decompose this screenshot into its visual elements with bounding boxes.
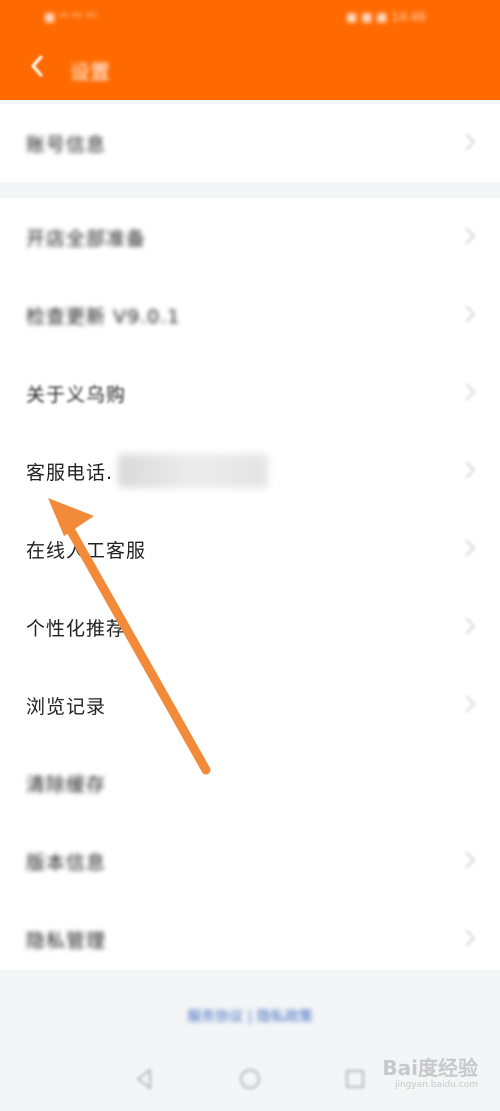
chevron-right-icon [465, 929, 476, 947]
settings-item-label: 版本信息 [26, 852, 107, 874]
baidu-jingyan-watermark: Bai度经验 jingyan.baidu.com [382, 1052, 478, 1090]
settings-item-store-prep[interactable]: 开店全部准备 [0, 198, 500, 276]
settings-item-label: 浏览记录 [26, 696, 107, 718]
settings-item-label: 客服电话. [26, 462, 114, 484]
app-bar: 设置 [0, 36, 500, 100]
nav-home-icon[interactable] [239, 1068, 261, 1090]
status-bar-time: ■ ■ ■ 14:46 [345, 10, 426, 24]
settings-item-about[interactable]: 关于义乌购 [0, 354, 500, 432]
phone-number-redaction [118, 454, 268, 488]
settings-item-label: 个性化推荐 [26, 618, 127, 640]
settings-item-label: 隐私管理 [26, 930, 107, 952]
chevron-right-icon [465, 227, 476, 245]
watermark-url: jingyan.baidu.com [394, 1080, 478, 1090]
settings-item-check-update[interactable]: 检查更新 V9.0.1 [0, 276, 500, 354]
settings-item-online-service[interactable]: 在线人工客服 [0, 510, 500, 588]
settings-item-account-info[interactable]: 账号信息 [0, 104, 500, 182]
chevron-right-icon [465, 133, 476, 151]
nav-recents-icon[interactable] [344, 1068, 366, 1090]
chevron-right-icon [465, 539, 476, 557]
settings-item-label: 在线人工客服 [26, 540, 147, 562]
chevron-right-icon [465, 383, 476, 401]
back-arrow-icon[interactable] [26, 54, 50, 78]
settings-item-label: 关于义乌购 [26, 384, 127, 406]
phone-suffix: . [106, 462, 114, 484]
settings-item-label: 开店全部准备 [26, 228, 147, 250]
chevron-right-icon [465, 695, 476, 713]
settings-item-label: 账号信息 [26, 134, 107, 156]
settings-item-history[interactable]: 浏览记录 [0, 666, 500, 744]
status-bar-signal: ■ ᵃˡˡ ⁴ᴳ ⁴ᴳ [44, 10, 97, 24]
chevron-right-icon [465, 851, 476, 869]
settings-item-personalized[interactable]: 个性化推荐 [0, 588, 500, 666]
settings-item-version[interactable]: 版本信息 [0, 822, 500, 900]
chevron-right-icon [465, 617, 476, 635]
chevron-right-icon [465, 305, 476, 323]
settings-item-label: 检查更新 V9.0.1 [26, 306, 181, 328]
status-bar: ■ ᵃˡˡ ⁴ᴳ ⁴ᴳ ■ ■ ■ 14:46 [0, 0, 500, 36]
watermark-brand: Bai度经验 [382, 1056, 478, 1080]
settings-item-clear-cache[interactable]: 清除缓存 [0, 744, 500, 822]
footer-links[interactable]: 服务协议 | 隐私政策 [0, 1006, 500, 1026]
page-title: 设置 [70, 60, 110, 84]
settings-group-main: 开店全部准备 检查更新 V9.0.1 关于义乌购 客服电话. 在线人工客服 个性… [0, 198, 500, 978]
settings-group-account: 账号信息 [0, 104, 500, 182]
chevron-right-icon [465, 461, 476, 479]
nav-back-icon[interactable] [134, 1068, 156, 1090]
settings-item-label: 清除缓存 [26, 774, 107, 796]
settings-item-privacy[interactable]: 隐私管理 [0, 900, 500, 978]
